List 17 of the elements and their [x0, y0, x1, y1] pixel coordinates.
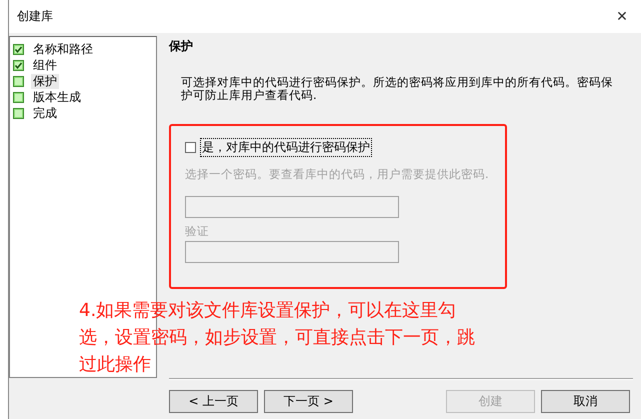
description-text: 可选择对库中的代码进行密码保护。所选的密码将应用到库中的所有代码。密码保护可防止库用户查看代码. [181, 76, 614, 102]
step-item[interactable]: 组件 [31, 58, 59, 72]
window-title: 创建库 [17, 8, 53, 25]
close-button[interactable]: ✕ [607, 2, 637, 32]
annotation-text: 4.如果需要对该文件库设置保护，可以在这里勾选，设置密码，如步设置，可直接点击下一页，跳过此操作 [79, 299, 476, 377]
wizard-button[interactable]: < 上一页 [169, 390, 258, 413]
page-heading: 保护 [169, 38, 194, 55]
step-item[interactable]: 版本生成 [31, 90, 83, 104]
hint-text: 选择一个密码。要查看库中的代码，用户需要提供此密码. [185, 167, 489, 182]
wizard-button[interactable]: 下一页 > [264, 390, 353, 413]
checkbox[interactable] [185, 142, 196, 153]
verify-label: 验证 [185, 224, 209, 239]
step-item[interactable]: 保护 [31, 74, 59, 88]
step-item[interactable]: 名称和路径 [31, 42, 95, 56]
wizard-button[interactable]: 取消 [541, 390, 630, 413]
step-item[interactable]: 完成 [31, 106, 59, 120]
checkbox-label[interactable]: 是，对库中的代码进行密码保护 [200, 138, 372, 157]
